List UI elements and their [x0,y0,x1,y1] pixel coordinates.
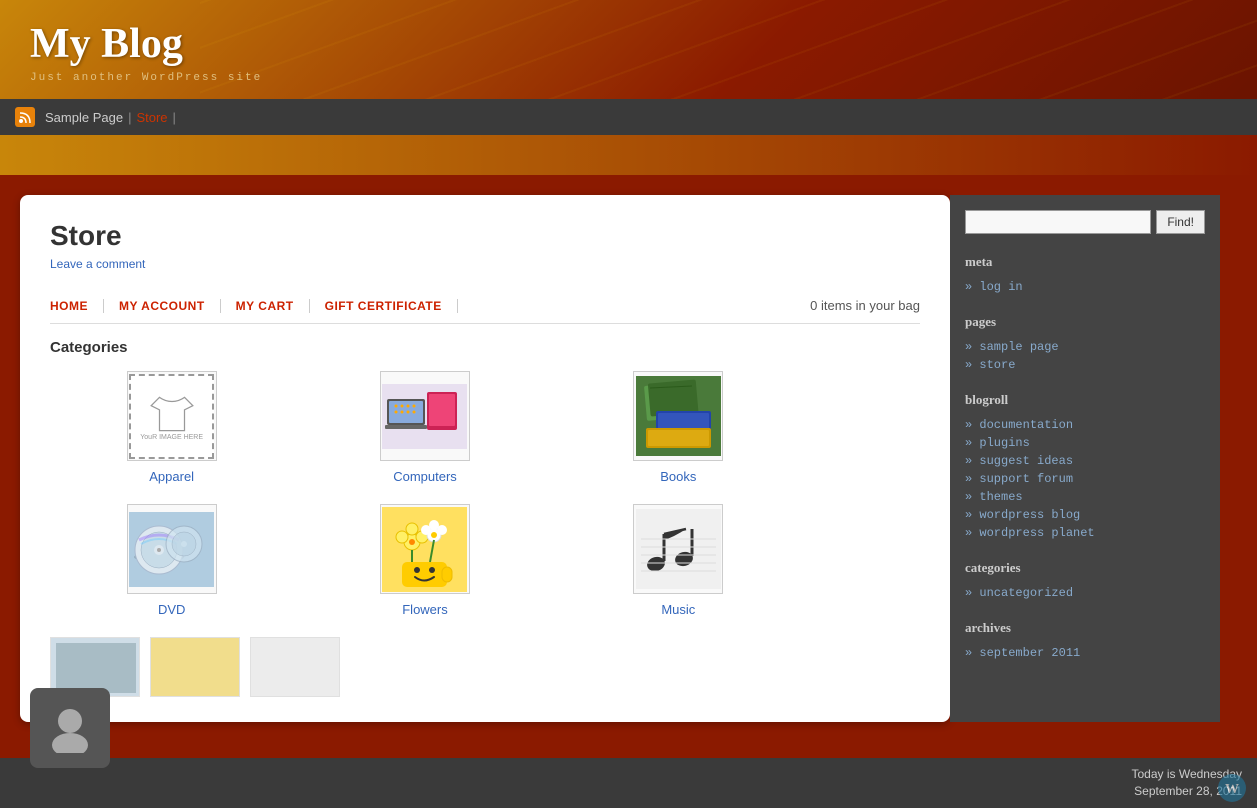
categories-sidebar-title: categories [965,560,1205,576]
category-flowers: Flowers [303,504,546,617]
categories-title: Categories [50,339,920,356]
music-icon [636,509,721,589]
sidebar-link-support-forum[interactable]: support forum [965,470,1205,488]
store-nav-my-cart[interactable]: MY CART [221,299,310,313]
svg-text:W: W [1225,782,1239,797]
computers-icon [382,384,467,449]
main-layout: Store Leave a comment HOME MY ACCOUNT MY… [0,175,1257,742]
category-computers-link[interactable]: Computers [393,469,457,484]
blog-subtitle: Just another WordPress site [30,72,1227,84]
categories-grid: YouR IMAGE HERE Apparel [50,371,800,617]
blogroll-title: blogroll [965,392,1205,408]
partial-row [50,637,920,697]
wordpress-logo: W [1217,773,1247,803]
store-nav-gift-certificate[interactable]: GIFT CERTIFICATE [310,299,458,313]
apparel-placeholder-text: YouR IMAGE HERE [140,434,203,442]
sidebar-link-login[interactable]: log in [965,278,1205,296]
search-widget: Find! [965,210,1205,234]
pages-section: pages sample page store [965,314,1205,374]
sidebar-link-uncategorized[interactable]: uncategorized [965,584,1205,602]
store-title: Store [50,220,920,252]
nav-link-store[interactable]: Store [136,110,167,125]
rss-icon[interactable] [15,107,35,127]
wave-bar [0,135,1257,175]
nav-link-sample-page[interactable]: Sample Page [45,110,123,125]
bottom-bar: Today is Wednesday September 28, 2011 W [0,758,1257,808]
tshirt-icon [147,389,197,439]
sidebar-link-wordpress-blog[interactable]: wordpress blog [965,506,1205,524]
user-avatar-icon [45,703,95,753]
leave-comment-link[interactable]: Leave a comment [50,257,145,271]
meta-title: meta [965,254,1205,270]
store-card: Store Leave a comment HOME MY ACCOUNT MY… [20,195,950,722]
store-nav: HOME MY ACCOUNT MY CART GIFT CERTIFICATE… [50,288,920,324]
category-music-link[interactable]: Music [661,602,695,617]
store-nav-home[interactable]: HOME [50,299,104,313]
nav-links: Sample Page | Store | [45,110,176,125]
blog-title: My Blog [30,20,1227,68]
sidebar-link-sample-page[interactable]: sample page [965,338,1205,356]
user-widget[interactable] [30,688,110,768]
sidebar-link-documentation[interactable]: documentation [965,416,1205,434]
category-apparel-img: YouR IMAGE HERE [127,371,217,461]
dvd-icon [129,512,214,587]
category-apparel-link[interactable]: Apparel [149,469,194,484]
site-header: My Blog Just another WordPress site [0,0,1257,99]
store-nav-my-account[interactable]: MY ACCOUNT [104,299,221,313]
category-dvd-img [127,504,217,594]
category-apparel: YouR IMAGE HERE Apparel [50,371,293,484]
category-flowers-img [380,504,470,594]
category-music: Music [557,504,800,617]
archives-title: archives [965,620,1205,636]
search-input[interactable] [965,210,1151,234]
partial-img-2 [150,637,240,697]
search-button[interactable]: Find! [1156,210,1205,234]
sidebar-link-wordpress-planet[interactable]: wordpress planet [965,524,1205,542]
partial-img-3 [250,637,340,697]
books-icon [636,376,721,456]
meta-section: meta log in [965,254,1205,296]
sidebar-link-store[interactable]: store [965,356,1205,374]
blogroll-section: blogroll documentation plugins suggest i… [965,392,1205,542]
sidebar-link-suggest-ideas[interactable]: suggest ideas [965,452,1205,470]
archives-section: archives september 2011 [965,620,1205,662]
category-books: Books [557,371,800,484]
category-music-img [633,504,723,594]
content-area: Store Leave a comment HOME MY ACCOUNT MY… [10,195,950,722]
flowers-icon [382,507,467,592]
category-books-link[interactable]: Books [660,469,696,484]
navbar: Sample Page | Store | [0,99,1257,135]
categories-section: categories uncategorized [965,560,1205,602]
sidebar: Find! meta log in pages sample page stor… [950,195,1220,722]
category-dvd: DVD [50,504,293,617]
category-flowers-link[interactable]: Flowers [402,602,448,617]
category-computers-img [380,371,470,461]
cart-info: 0 items in your bag [810,298,920,313]
sidebar-link-plugins[interactable]: plugins [965,434,1205,452]
sidebar-link-september-2011[interactable]: september 2011 [965,644,1205,662]
pages-title: pages [965,314,1205,330]
category-books-img [633,371,723,461]
category-computers: Computers [303,371,546,484]
category-dvd-link[interactable]: DVD [158,602,185,617]
sidebar-link-themes[interactable]: themes [965,488,1205,506]
